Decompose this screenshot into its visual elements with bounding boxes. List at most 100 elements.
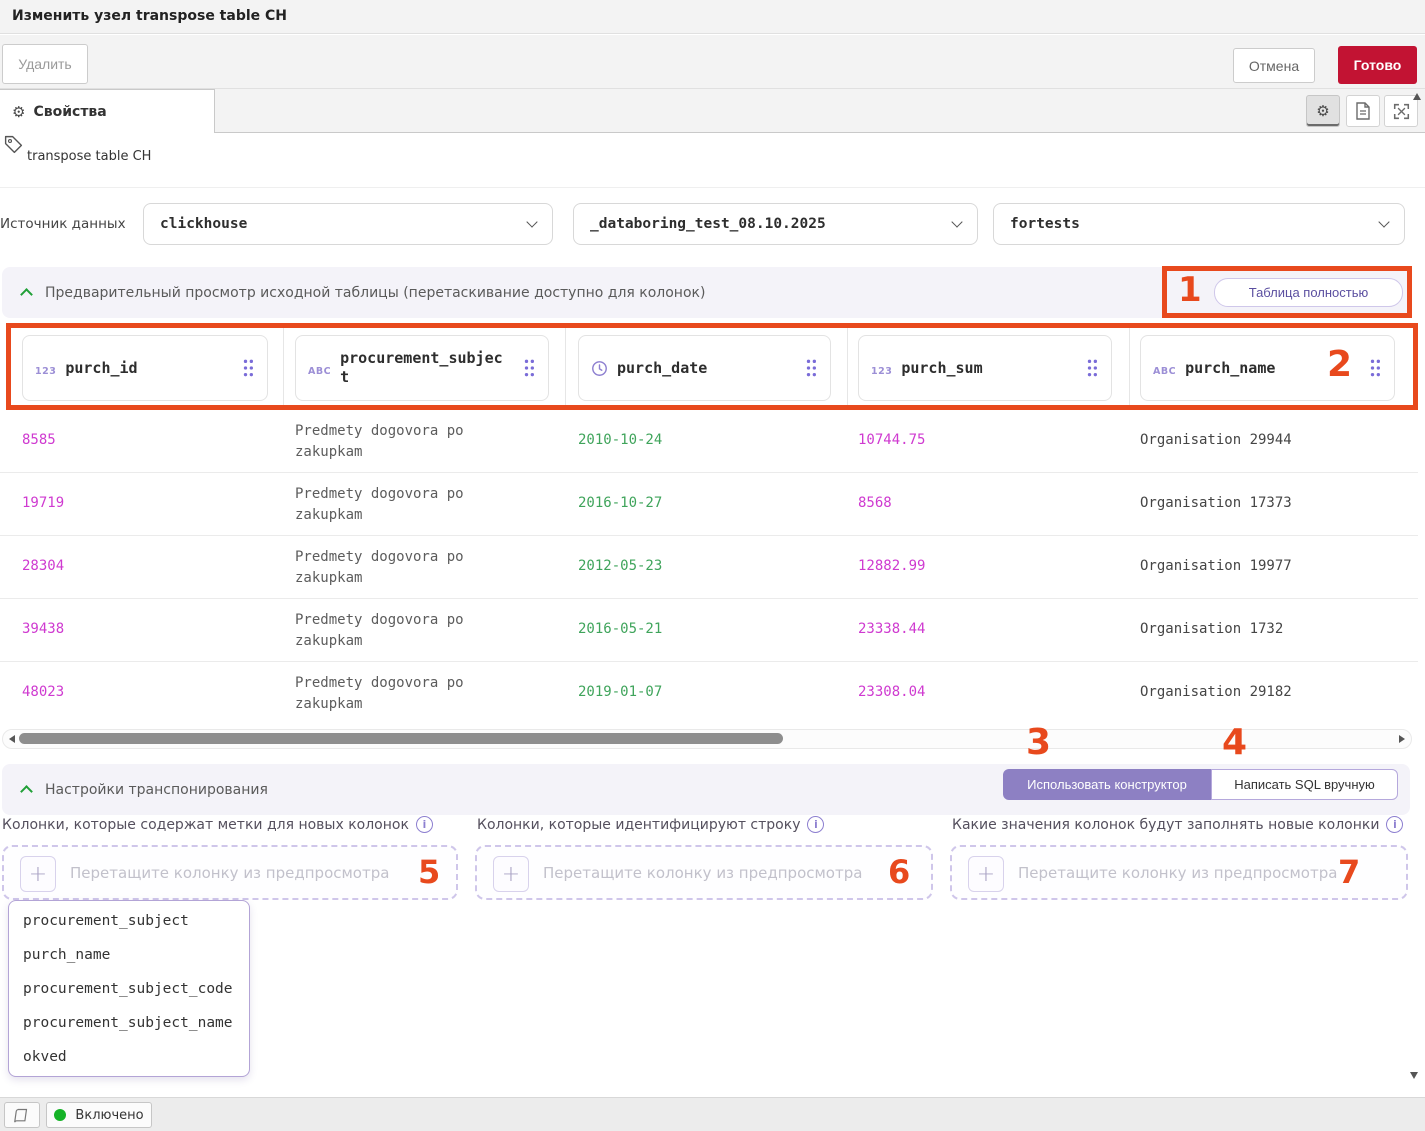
column-card-purch-id[interactable]: 123 purch_id <box>22 335 268 401</box>
dialog-toolbar <box>0 35 1425 89</box>
clock-icon <box>591 360 608 377</box>
scrollbar-thumb[interactable] <box>19 733 783 744</box>
cell-purch-sum: 12882.99 <box>858 558 925 574</box>
cell-purch-date: 2010-10-24 <box>578 432 662 448</box>
dialog-title: Изменить узел transpose table CH <box>12 8 287 24</box>
use-constructor-button[interactable]: Использовать конструктор <box>1003 769 1211 800</box>
expand-icon <box>1393 103 1410 120</box>
drag-handle-icon[interactable] <box>804 358 818 378</box>
table-row: 8585 Predmety dogovora po zakupkam 2010-… <box>0 410 1418 473</box>
cell-purch-date: 2012-05-23 <box>578 558 662 574</box>
full-table-button[interactable]: Таблица полностью <box>1214 278 1403 307</box>
dropdown-item[interactable]: procurement_subject_code <box>9 972 249 1006</box>
cell-purch-sum: 23308.04 <box>858 684 925 700</box>
column-separator <box>565 327 566 407</box>
zone-label-new-column-labels: Колонки, которые содержат метки для новы… <box>2 816 433 833</box>
column-name: purch_sum <box>901 359 982 378</box>
cell-purch-sum: 8568 <box>858 495 892 511</box>
status-bar: Включено <box>0 1097 1425 1131</box>
dropdown-item[interactable]: okved <box>9 1040 249 1074</box>
cell-purch-id: 19719 <box>22 495 64 511</box>
info-icon[interactable]: i <box>1386 816 1403 833</box>
column-card-purch-date[interactable]: purch_date <box>578 335 831 401</box>
column-dropdown: procurement_subject purch_name procureme… <box>8 900 250 1077</box>
cell-purch-name: Organisation 17373 <box>1140 495 1292 511</box>
node-name: transpose table CH <box>27 149 151 164</box>
drag-handle-icon[interactable] <box>241 358 255 378</box>
column-separator <box>1129 327 1130 407</box>
enabled-toggle-button[interactable]: Включено <box>46 1102 152 1128</box>
annotation-number-3: 3 <box>1026 722 1051 763</box>
string-type-icon: ABC <box>308 366 331 377</box>
column-separator <box>847 327 848 407</box>
dropzone-placeholder: Перетащите колонку из предпросмотра <box>543 864 862 882</box>
connection-select[interactable]: clickhouse <box>143 203 553 245</box>
cell-purch-name: Organisation 29182 <box>1140 684 1292 700</box>
chevron-down-icon <box>951 216 962 227</box>
column-card-purch-sum[interactable]: 123 purch_sum <box>858 335 1112 401</box>
cell-purch-date: 2016-10-27 <box>578 495 662 511</box>
dropzone-placeholder: Перетащите колонку из предпросмотра <box>70 864 389 882</box>
tab-properties[interactable]: ⚙ Свойства <box>0 89 215 133</box>
cell-purch-id: 28304 <box>22 558 64 574</box>
dropdown-item[interactable]: procurement_subject_name <box>9 1006 249 1040</box>
annotation-number-7: 7 <box>1338 853 1360 891</box>
write-sql-button[interactable]: Написать SQL вручную <box>1211 769 1398 800</box>
drag-handle-icon[interactable] <box>1368 358 1382 378</box>
drag-handle-icon[interactable] <box>522 358 536 378</box>
cell-purch-sum: 10744.75 <box>858 432 925 448</box>
info-icon[interactable]: i <box>807 816 824 833</box>
dropdown-item[interactable]: purch_name <box>9 938 249 972</box>
connection-value: clickhouse <box>160 216 528 232</box>
column-card-procurement-subject[interactable]: ABC procurement_subject <box>295 335 549 401</box>
number-type-icon: 123 <box>35 366 56 377</box>
cell-subject: Predmety dogovora po zakupkam <box>295 673 490 715</box>
cell-purch-name: Organisation 1732 <box>1140 621 1283 637</box>
log-view-button[interactable] <box>1346 95 1380 127</box>
zone-label-value-columns: Какие значения колонок будут заполнять н… <box>952 816 1403 833</box>
info-icon[interactable]: i <box>416 816 433 833</box>
scroll-down-arrow[interactable] <box>1410 1072 1418 1079</box>
gear-icon: ⚙ <box>1316 102 1329 120</box>
scroll-right-arrow[interactable] <box>1399 735 1405 743</box>
gear-icon: ⚙ <box>12 103 25 121</box>
collapse-chevron-icon <box>20 785 33 798</box>
cell-purch-id: 8585 <box>22 432 56 448</box>
annotation-number-1: 1 <box>1178 270 1202 310</box>
dialog-titlebar: Изменить узел transpose table CH <box>0 0 1425 34</box>
horizontal-scrollbar[interactable] <box>2 729 1412 749</box>
done-button[interactable]: Готово <box>1338 46 1417 84</box>
delete-button[interactable]: Удалить <box>2 44 88 84</box>
drag-handle-icon[interactable] <box>1085 358 1099 378</box>
properties-view-button[interactable]: ⚙ <box>1306 95 1340 127</box>
dropzone-row-identifiers[interactable]: + Перетащите колонку из предпросмотра <box>475 845 933 900</box>
table-row: 28304 Predmety dogovora po zakupkam 2012… <box>0 536 1418 599</box>
cell-subject: Predmety dogovora po zakupkam <box>295 610 490 652</box>
tab-properties-label: Свойства <box>33 104 106 120</box>
chevron-down-icon <box>526 216 537 227</box>
scroll-left-arrow[interactable] <box>9 735 15 743</box>
database-select[interactable]: _databoring_test_08.10.2025 <box>573 203 978 245</box>
scroll-up-arrow[interactable] <box>1413 93 1421 100</box>
cell-subject: Predmety dogovora po zakupkam <box>295 421 490 463</box>
cell-purch-date: 2016-05-21 <box>578 621 662 637</box>
dropdown-item[interactable]: procurement_subject <box>9 904 249 938</box>
column-card-purch-name[interactable]: ABC purch_name <box>1140 335 1395 401</box>
annotation-number-2: 2 <box>1327 344 1352 385</box>
tag-icon <box>3 134 24 155</box>
add-column-button[interactable]: + <box>968 856 1004 892</box>
annotation-number-4: 4 <box>1222 722 1247 763</box>
cell-purch-date: 2019-01-07 <box>578 684 662 700</box>
add-column-button[interactable]: + <box>493 856 529 892</box>
cancel-button[interactable]: Отмена <box>1233 48 1315 83</box>
add-column-button[interactable]: + <box>20 856 56 892</box>
table-row: 19719 Predmety dogovora po zakupkam 2016… <box>0 473 1418 536</box>
journal-button[interactable] <box>4 1102 40 1128</box>
divider <box>0 187 1425 188</box>
enabled-label: Включено <box>75 1108 143 1123</box>
cell-purch-id: 48023 <box>22 684 64 700</box>
table-select[interactable]: fortests <box>993 203 1405 245</box>
dropzone-new-column-labels[interactable]: + Перетащите колонку из предпросмотра <box>2 845 458 900</box>
column-name: purch_name <box>1185 359 1275 378</box>
annotation-number-6: 6 <box>888 853 910 891</box>
